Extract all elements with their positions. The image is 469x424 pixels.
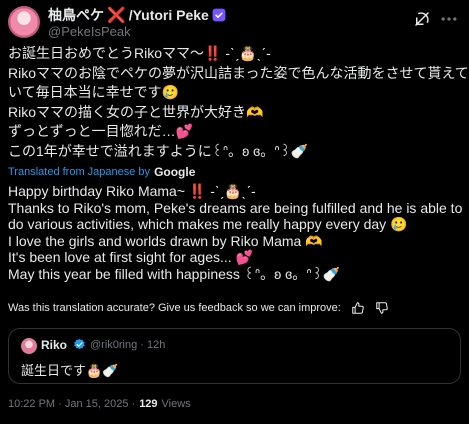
translation-line: May this year be filled with happiness ꒰… <box>8 265 341 282</box>
original-line: ずっとずっと一目惚れだ…💕 <box>8 123 194 139</box>
original-line: いて毎日本当に幸せです🥲 <box>8 84 180 100</box>
translation-line: Thanks to Riko's mom, Peke's dreams are … <box>8 199 463 216</box>
name-mark-icon: ❌ <box>107 6 126 24</box>
translation-line: I love the girls and worlds drawn by Rik… <box>8 232 323 249</box>
original-line: お誕生日おめでとうRikoママ〜‼️ -ˋˏ🎂ˎˊ- <box>8 45 271 61</box>
google-logo: Google <box>154 165 196 179</box>
more-icon[interactable] <box>439 9 459 29</box>
quoted-author-name: Riko <box>41 338 68 352</box>
grok-icon[interactable] <box>413 10 431 28</box>
verified-badge-icon <box>212 8 226 22</box>
quoted-author-avatar <box>21 338 37 354</box>
tweet-header: 柚鳥ペケ ❌ /Yutori Peke @PekeIsPeak <box>8 6 461 39</box>
timestamp[interactable]: 10:22 PM · Jan 15, 2025 · <box>8 398 135 410</box>
translated-from-label[interactable]: Translated from Japanese by <box>8 166 150 178</box>
quoted-author-handle: @rik0ring <box>90 339 138 351</box>
original-line: この1年が幸せで溢れますように꒰ᐢ。ʚ ɞ。ᐢ꒱🍼 <box>8 142 309 159</box>
original-line: Rikoママの描く女の子と世界が大好き🫶 <box>8 103 264 120</box>
thumbs-down-icon[interactable] <box>375 301 389 315</box>
tweet-translation-text: Happy birthday Riko Mama~ ‼️ -ˋˏ🎂ˎˊ- Tha… <box>8 183 463 282</box>
author-handle[interactable]: @PekeIsPeak <box>48 24 131 39</box>
quoted-time: · 12h <box>140 339 166 351</box>
translation-feedback: Was this translation accurate? Give us f… <box>8 301 389 315</box>
views-label: Views <box>161 398 191 410</box>
translation-line: Happy birthday Riko Mama~ ‼️ -ˋˏ🎂ˎˊ- <box>8 183 256 199</box>
views-count: 129 <box>139 398 158 410</box>
thumbs-up-icon[interactable] <box>351 301 365 315</box>
quoted-author-handle-time: @rik0ring · 12h <box>90 339 165 351</box>
author-avatar[interactable] <box>8 6 40 38</box>
quoted-tweet[interactable]: Riko @rik0ring · 12h 誕生日です🎂🍼 <box>8 328 461 384</box>
author-name-row[interactable]: 柚鳥ペケ ❌ /Yutori Peke <box>48 7 226 23</box>
feedback-prompt: Was this translation accurate? Give us f… <box>8 302 341 314</box>
author-display-name-suffix[interactable]: /Yutori Peke <box>129 7 209 23</box>
original-line: Rikoママのお陰でペケの夢が沢山詰まった姿で色んな活動をさせて貰えて <box>8 64 469 81</box>
translation-line: do various activities, which makes me re… <box>8 216 408 232</box>
translation-line: It's been love at first sight for ages..… <box>8 249 253 265</box>
translation-attribution[interactable]: Translated from Japanese by Google <box>8 164 195 180</box>
author-display-name[interactable]: 柚鳥ペケ <box>48 5 104 25</box>
verified-badge-icon <box>74 338 85 350</box>
tweet-original-text: お誕生日おめでとうRikoママ〜‼️ -ˋˏ🎂ˎˊ- Rikoママのお陰でペケの… <box>8 44 469 161</box>
quoted-text: 誕生日です🎂🍼 <box>21 363 119 378</box>
tweet-meta: 10:22 PM · Jan 15, 2025 · 129 Views <box>8 398 191 410</box>
